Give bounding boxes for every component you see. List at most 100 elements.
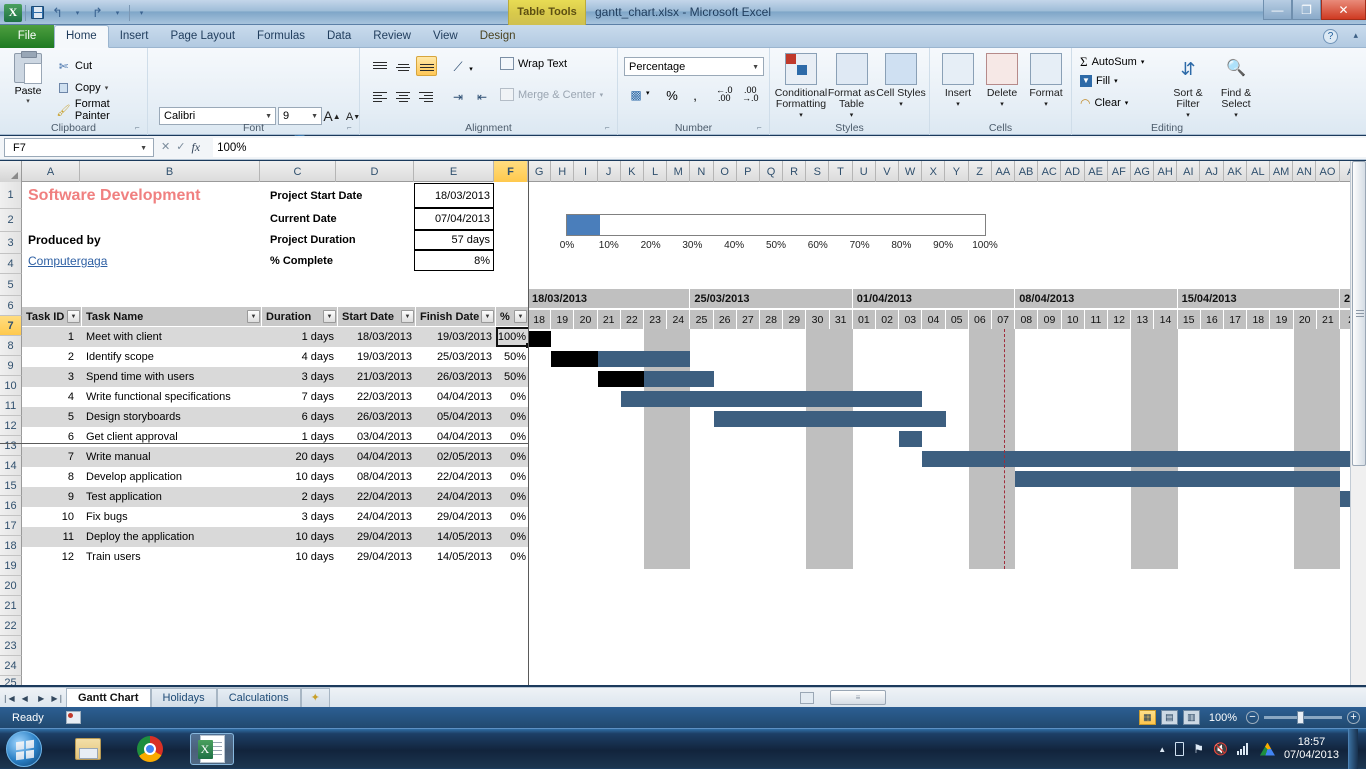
row-header-8[interactable]: 8	[0, 336, 22, 356]
gantt-day-label[interactable]: 27	[737, 310, 760, 329]
orientation-dropdown-icon[interactable]: ▾	[466, 60, 476, 78]
cell-name[interactable]: Write manual	[82, 447, 262, 467]
cell-start[interactable]: 03/04/2013	[338, 427, 416, 447]
col-header-B[interactable]: B	[80, 161, 260, 182]
cell-duration[interactable]: 1 days	[262, 327, 338, 347]
col-header-A[interactable]: A	[22, 161, 80, 182]
row-header-16[interactable]: 16	[0, 496, 22, 516]
cell-pct[interactable]: 0%	[496, 467, 530, 487]
align-left-button[interactable]	[370, 88, 390, 106]
select-all-corner[interactable]	[0, 161, 22, 182]
customize-qat-icon[interactable]: ▾	[133, 4, 150, 21]
row-header-11[interactable]: 11	[0, 396, 22, 416]
help-icon[interactable]: ?	[1323, 29, 1338, 44]
gantt-day-label[interactable]: 23	[644, 310, 667, 329]
cell-pct[interactable]: 0%	[496, 447, 530, 467]
cell-pct[interactable]: 0%	[496, 427, 530, 447]
normal-view-icon[interactable]: ▦	[1139, 710, 1156, 725]
nav-prev-sheet-icon[interactable]: ◀	[17, 689, 33, 707]
cell-pct[interactable]: 0%	[496, 487, 530, 507]
cell-pct[interactable]: 0%	[496, 547, 530, 567]
col-header-P[interactable]: P	[737, 161, 760, 182]
autosum-button[interactable]: Σ AutoSum ▾	[1080, 54, 1144, 70]
cell-duration[interactable]: 10 days	[262, 547, 338, 567]
cell-duration[interactable]: 3 days	[262, 367, 338, 387]
clear-button[interactable]: ◠ Clear ▾	[1080, 96, 1128, 110]
conditional-formatting-button[interactable]: Conditional Formatting ▾	[770, 53, 832, 121]
chevron-down-icon[interactable]: ▾	[105, 84, 109, 92]
redo-dropdown-icon[interactable]: ▾	[109, 4, 126, 21]
zoom-out-button[interactable]: −	[1246, 711, 1259, 724]
paste-button[interactable]: Paste ▾	[6, 53, 50, 105]
filter-icon-duration[interactable]: ▼	[323, 310, 336, 323]
cell-id[interactable]: 6	[22, 427, 82, 447]
cell-finish[interactable]: 05/04/2013	[416, 407, 496, 427]
cell-duration[interactable]: 10 days	[262, 527, 338, 547]
enter-formula-icon[interactable]: ✓	[176, 140, 185, 155]
nav-first-sheet-icon[interactable]: ❘◀	[0, 689, 16, 707]
alignment-dialog-launcher[interactable]: ⌐	[605, 123, 614, 132]
tab-home[interactable]: Home	[54, 25, 109, 48]
row-header-13[interactable]: 13	[0, 436, 22, 456]
accounting-dropdown-icon[interactable]: ▾	[646, 89, 650, 97]
redo-icon[interactable]: ↱	[89, 4, 106, 21]
gantt-day-label[interactable]: 25	[690, 310, 713, 329]
tab-page-layout[interactable]: Page Layout	[159, 25, 246, 48]
gantt-day-label[interactable]: 08	[1015, 310, 1038, 329]
cell-finish[interactable]: 02/05/2013	[416, 447, 496, 467]
comma-style-button[interactable]: ,	[686, 86, 704, 104]
gantt-week-label[interactable]: 01/04/2013	[853, 289, 1015, 308]
chevron-down-icon[interactable]: ▾	[1114, 77, 1118, 85]
col-header-E[interactable]: E	[414, 161, 494, 182]
gantt-day-label[interactable]: 03	[899, 310, 922, 329]
cell-name[interactable]: Identify scope	[82, 347, 262, 367]
zoom-in-button[interactable]: +	[1347, 711, 1360, 724]
align-right-button[interactable]	[416, 88, 436, 106]
chevron-down-icon[interactable]: ▼	[311, 113, 318, 120]
chevron-down-icon[interactable]: ▼	[265, 113, 272, 120]
gantt-week-label[interactable]: 08/04/2013	[1015, 289, 1177, 308]
decrease-indent-button[interactable]: ⇥	[448, 88, 468, 106]
clipboard-dialog-launcher[interactable]: ⌐	[135, 123, 144, 132]
col-header-Q[interactable]: Q	[760, 161, 783, 182]
merge-center-button[interactable]: Merge & Center ▾	[500, 88, 603, 101]
cell-pct[interactable]: 0%	[496, 527, 530, 547]
cell-A4-producer-link[interactable]: Computergaga	[25, 251, 165, 271]
row-header-21[interactable]: 21	[0, 596, 22, 616]
row-header-25[interactable]: 25	[0, 676, 22, 685]
accounting-format-button[interactable]: ▩	[626, 86, 646, 104]
percent-style-button[interactable]: %	[663, 86, 681, 104]
row-header-2[interactable]: 2	[0, 209, 22, 232]
increase-decimal-button[interactable]: ←.0 .00	[716, 86, 733, 102]
gantt-day-label[interactable]: 11	[1085, 310, 1108, 329]
filter-icon-finish-date[interactable]: ▼	[481, 310, 494, 323]
cell-finish[interactable]: 19/03/2013	[416, 327, 496, 347]
cell-name[interactable]: Train users	[82, 547, 262, 567]
vertical-scrollbar[interactable]	[1350, 161, 1366, 685]
chevron-down-icon[interactable]: ▼	[752, 64, 759, 71]
cell-id[interactable]: 4	[22, 387, 82, 407]
cell-pct[interactable]: 0%	[496, 387, 530, 407]
row-header-6[interactable]: 6	[0, 296, 22, 316]
cell-C4-label[interactable]: % Complete	[267, 251, 417, 271]
cell-E4-value[interactable]: 8%	[414, 250, 494, 271]
gantt-week-label[interactable]: 18/03/2013	[528, 289, 690, 308]
cell-start[interactable]: 04/04/2013	[338, 447, 416, 467]
sheet-tab-gantt-chart[interactable]: Gantt Chart	[66, 688, 151, 707]
cell-id[interactable]: 8	[22, 467, 82, 487]
tab-split-handle[interactable]	[800, 692, 814, 704]
number-dialog-launcher[interactable]: ⌐	[757, 123, 766, 132]
gantt-day-label[interactable]: 13	[1131, 310, 1154, 329]
align-bottom-button[interactable]	[416, 56, 437, 76]
undo-dropdown-icon[interactable]: ▾	[69, 4, 86, 21]
close-button[interactable]: ✕	[1321, 0, 1366, 20]
cell-start[interactable]: 22/03/2013	[338, 387, 416, 407]
cell-start[interactable]: 24/04/2013	[338, 507, 416, 527]
chevron-down-icon[interactable]: ▼	[140, 145, 147, 152]
col-header-U[interactable]: U	[853, 161, 876, 182]
cell-pct[interactable]: 50%	[496, 347, 530, 367]
cell-start[interactable]: 26/03/2013	[338, 407, 416, 427]
cell-id[interactable]: 11	[22, 527, 82, 547]
gantt-day-label[interactable]: 26	[714, 310, 737, 329]
cell-C1-label[interactable]: Project Start Date	[267, 184, 417, 207]
